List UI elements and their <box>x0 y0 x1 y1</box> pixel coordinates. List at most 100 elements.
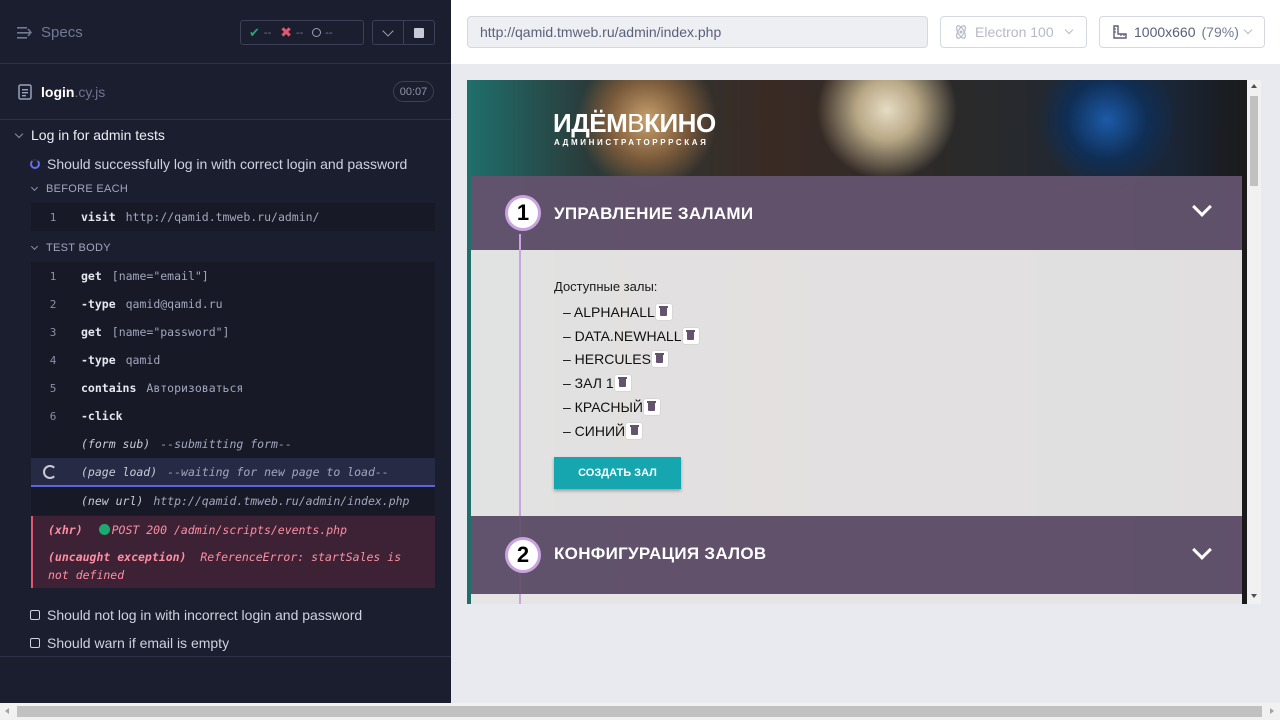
suite-title: Log in for admin tests <box>31 127 165 143</box>
section-hall-config-header[interactable]: 2 КОНФИГУРАЦИЯ ЗАЛОВ <box>471 516 1242 594</box>
command-name: -click <box>81 409 123 423</box>
chevron-down-icon[interactable] <box>1192 197 1212 217</box>
scrollbar-thumb[interactable] <box>17 706 1262 717</box>
command-row[interactable]: 3 get [name="password"] <box>31 318 435 346</box>
scrollbar-thumb[interactable] <box>1250 96 1258 186</box>
hall-name: – ALPHAHALL <box>563 304 655 320</box>
scroll-down-arrow-icon[interactable] <box>1251 594 1257 598</box>
check-icon: ✔ <box>249 24 260 40</box>
command-row[interactable]: 1 visit http://qamid.tmweb.ru/admin/ <box>31 203 435 231</box>
trash-icon[interactable] <box>651 351 668 367</box>
active-test-row[interactable]: Should successfully log in with correct … <box>30 156 407 172</box>
horizontal-scrollbar[interactable] <box>0 703 1280 720</box>
reporter-divider <box>0 656 451 657</box>
command-row[interactable]: 1 get [name="email"] <box>31 262 435 290</box>
command-message: [name="password"] <box>111 325 230 339</box>
command-name: get <box>81 325 102 339</box>
hall-item: – HERCULES <box>563 351 668 367</box>
xhr-label: (xhr) <box>48 523 83 537</box>
reporter-toolbar: Specs ✔ -- ✖ -- -- <box>0 0 451 64</box>
logo-subtitle: АДМИНИСТРАТОРРРСКАЯ <box>554 138 709 147</box>
document-icon <box>18 84 32 100</box>
test-row[interactable]: Should not log in with incorrect login a… <box>30 607 362 623</box>
logo-part-3: КИНО <box>644 108 716 138</box>
suite-title-row[interactable]: Log in for admin tests <box>14 127 165 143</box>
test-stats: ✔ -- ✖ -- -- <box>240 20 364 45</box>
chevron-down-icon <box>1243 25 1253 35</box>
command-message: http://qamid.tmweb.ru/admin/ <box>125 210 320 224</box>
command-row[interactable]: 4 -type qamid <box>31 346 435 374</box>
spec-file-name[interactable]: login.cy.js <box>41 84 105 100</box>
exception-message-continued: not defined <box>48 568 125 582</box>
event-name: (new url) <box>81 494 144 508</box>
hall-name: – КРАСНЫЙ <box>563 399 643 415</box>
command-row[interactable]: 2 -type qamid@qamid.ru <box>31 290 435 318</box>
xhr-event[interactable]: (xhr) POST 200 /admin/scripts/events.php <box>48 523 347 537</box>
event-name: (page load) <box>81 464 158 479</box>
aut-iframe[interactable]: ИДЁМВКИНО АДМИНИСТРАТОРРРСКАЯ 1 УПРАВЛЕН… <box>467 80 1261 604</box>
trash-icon[interactable] <box>614 375 631 391</box>
browser-selector[interactable]: Electron 100 <box>940 16 1087 48</box>
zoom-level: (79%) <box>1201 24 1239 40</box>
hall-name: – DATA.NEWHALL <box>563 328 682 344</box>
scroll-left-arrow-icon[interactable] <box>5 708 9 714</box>
available-halls-label: Доступные залы: <box>554 279 658 294</box>
create-hall-button[interactable]: СОЗДАТЬ ЗАЛ <box>554 457 681 489</box>
trash-icon[interactable] <box>626 423 643 439</box>
running-spinner-icon <box>30 159 40 169</box>
test-body-label: TEST BODY <box>46 242 111 254</box>
x-icon: ✖ <box>280 24 292 40</box>
specs-menu-icon <box>17 26 32 39</box>
url-bar[interactable]: http://qamid.tmweb.ru/admin/index.php <box>467 16 928 48</box>
pending-test-icon <box>30 610 40 620</box>
command-message: Авторизоваться <box>146 381 244 395</box>
stop-button[interactable] <box>404 20 435 45</box>
form-sub-event[interactable]: (form sub) --submitting form-- <box>31 430 435 458</box>
xhr-message: POST 200 /admin/scripts/events.php <box>111 523 348 537</box>
app-under-test-panel: http://qamid.tmweb.ru/admin/index.php El… <box>451 0 1280 703</box>
pending-count: -- <box>325 26 333 39</box>
browser-name: Electron 100 <box>975 24 1054 40</box>
pending-stat: -- <box>312 26 333 39</box>
scroll-right-arrow-icon[interactable] <box>1270 708 1274 714</box>
event-message: --waiting for new page to load-- <box>167 464 389 479</box>
viewport-info[interactable]: 1000x660 (79%) <box>1099 16 1265 48</box>
hall-item: – КРАСНЫЙ <box>563 399 660 415</box>
command-row[interactable]: 5 contains Авторизоваться <box>31 374 435 402</box>
cypress-runner: Specs ✔ -- ✖ -- -- login.cy.js 00:07 Log i… <box>0 0 1280 720</box>
new-url-event[interactable]: (new url) http://qamid.tmweb.ru/admin/in… <box>31 487 435 515</box>
section-hall-management-header[interactable]: 1 УПРАВЛЕНИЕ ЗАЛАМИ <box>471 176 1242 250</box>
toggle-auto-scroll-button[interactable] <box>372 20 404 45</box>
trash-icon[interactable] <box>643 399 660 415</box>
page-load-event[interactable]: (page load) --waiting for new page to lo… <box>31 458 435 487</box>
section-title: КОНФИГУРАЦИЯ ЗАЛОВ <box>554 544 767 563</box>
exception-message: ReferenceError: startSales is <box>200 550 402 564</box>
chevron-down-icon[interactable] <box>1192 540 1212 560</box>
passed-count: -- <box>263 26 272 39</box>
command-number: 1 <box>49 269 57 283</box>
scroll-up-arrow-icon[interactable] <box>1251 84 1257 88</box>
command-number: 4 <box>49 353 57 367</box>
iframe-vertical-scrollbar[interactable] <box>1247 80 1261 604</box>
circle-icon <box>312 28 322 37</box>
command-row[interactable]: 6 -click <box>31 402 435 430</box>
before-each-label: BEFORE EACH <box>46 183 129 195</box>
section-body-edge <box>471 594 1242 604</box>
event-name: (form sub) <box>81 437 151 451</box>
spec-ext: .cy.js <box>74 84 106 100</box>
trash-icon[interactable] <box>655 304 672 320</box>
command-name: get <box>81 269 102 283</box>
aut-header: http://qamid.tmweb.ru/admin/index.php El… <box>451 0 1280 64</box>
chevron-down-icon <box>382 24 394 37</box>
caret-down-icon <box>30 183 39 192</box>
uncaught-exception-event[interactable]: (uncaught exception) ReferenceError: sta… <box>48 550 401 564</box>
hall-name: – ЗАЛ 1 <box>563 375 614 391</box>
pending-test-icon <box>30 638 40 648</box>
before-each-hook[interactable]: BEFORE EACH <box>30 183 129 195</box>
trash-icon[interactable] <box>682 328 699 344</box>
test-row[interactable]: Should warn if email is empty <box>30 635 229 651</box>
command-number: 6 <box>49 409 57 423</box>
spec-name: login <box>41 84 75 100</box>
specs-nav-button[interactable]: Specs <box>17 24 83 41</box>
test-body-hook[interactable]: TEST BODY <box>30 242 111 254</box>
